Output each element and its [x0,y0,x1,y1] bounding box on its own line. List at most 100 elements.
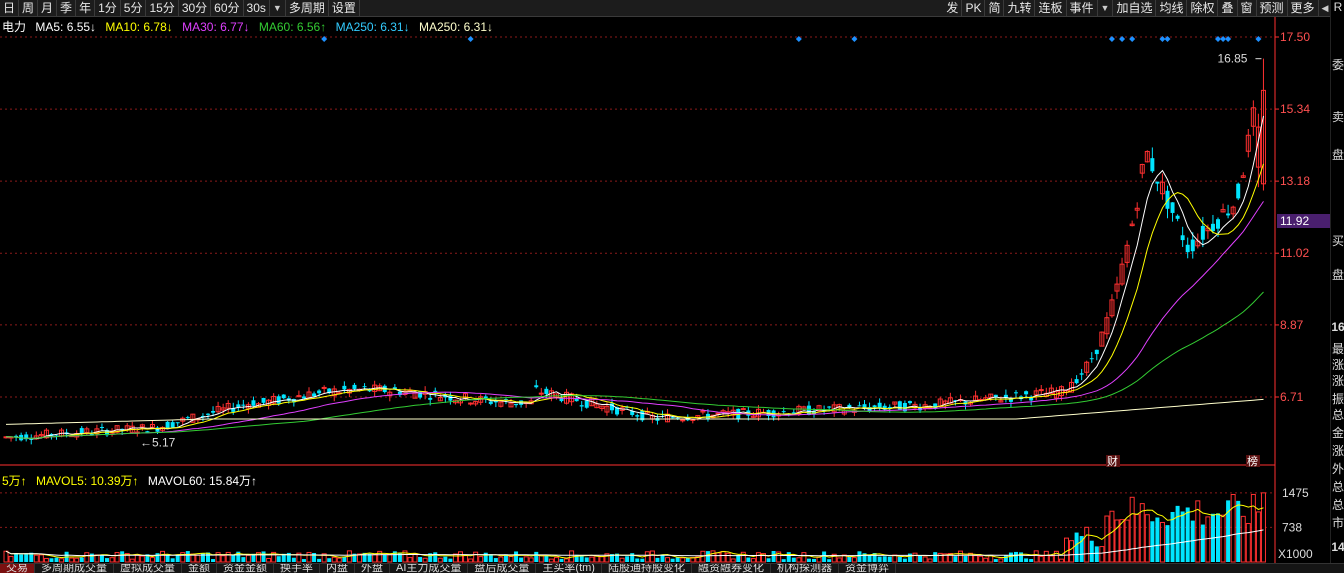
candle-body [468,402,474,405]
event-diamond-icon [1108,36,1115,42]
candle-body [1074,379,1079,384]
tool-button-7[interactable]: 均线 [1156,0,1188,16]
volume-bar [99,554,104,562]
candle-body [317,390,322,394]
volume-bar [1109,510,1115,563]
side-label-10: 总 [1331,408,1344,422]
volume-bar [170,558,175,562]
candle-body [1155,181,1160,184]
candle-body [740,408,746,411]
tool-button-8[interactable]: 除权 [1187,0,1219,16]
volume-bar [822,551,827,562]
volume-bar [69,557,75,563]
volume-bar [983,557,989,563]
volume-bar [635,558,640,562]
volume-bar [1185,507,1190,562]
volume-bar [519,557,524,562]
tool-button-12[interactable]: 更多 [1288,0,1319,16]
volume-bar [382,554,387,562]
candle-body [433,390,438,392]
candle-body [680,419,686,422]
volume-bar [508,555,514,563]
candle-body [907,401,912,404]
volume-bar [261,551,266,562]
volume-bar [771,551,776,562]
volume-bar [160,550,166,563]
candle-body [1226,213,1231,216]
candle-body [211,410,216,413]
price-tick-label: 15.34 [1280,102,1310,116]
volume-bar [720,550,726,563]
volume-bar [1069,540,1075,563]
period-tab-1[interactable]: 周 [19,0,39,16]
volume-bar [538,555,544,563]
period-tab-7[interactable]: 15分 [146,0,179,16]
candle-body [1094,349,1099,355]
period-tab-2[interactable]: 月 [38,0,58,16]
volume-bar [998,558,1004,563]
volume-bar [725,552,731,563]
period-dropdown-icon[interactable]: ▼ [270,0,286,16]
volume-bar [927,558,933,563]
candle-body [1216,219,1220,229]
volume-bar [418,557,423,562]
tool-button-11[interactable]: 预测 [1257,0,1288,16]
volume-bar [523,556,529,563]
period-tab-8[interactable]: 30分 [179,0,212,16]
period-tab-9[interactable]: 60分 [211,0,244,16]
candle-body [584,400,589,408]
volume-bar [1260,492,1266,563]
period-tab-10[interactable]: 30s [244,0,270,16]
period-tab-4[interactable]: 年 [76,0,96,16]
tool-button-4[interactable]: 连板 [1035,0,1067,16]
volume-bar [241,557,246,562]
event-dropdown-icon[interactable]: ▼ [1098,0,1114,16]
volume-bar [922,556,928,563]
volume-bar [443,556,448,562]
period-tab-5[interactable]: 1分 [95,0,121,16]
tool-button-2[interactable]: 简 [985,0,1005,16]
volume-bar [993,559,998,562]
period-tab-3[interactable]: 季 [57,0,77,16]
volume-bar [120,551,125,562]
volume-bar [342,556,347,562]
tool-button-0[interactable]: 发 [943,0,963,16]
period-tabs: 日周月季年 1分 5分 15分 30分 60分 30s ▼ 多周期 设置 [0,0,360,16]
tool-button-10[interactable]: 窗 [1238,0,1257,16]
volume-bar [1144,514,1150,563]
volume-bar [185,551,190,562]
volume-bar [973,555,979,563]
ma60-value: MA60: 6.56↑ [258,20,327,34]
volume-bar [266,557,272,563]
candle-body [362,386,367,388]
candle-body [1210,223,1215,232]
candle-body [352,384,357,389]
side-label-11: 金 [1331,426,1344,440]
high-price-label: 16.85 [1217,52,1247,66]
volume-bar [649,550,655,563]
ma30-value: MA30: 6.77↓ [182,20,250,34]
period-tab-0[interactable]: 日 [0,0,20,16]
period-tab-12[interactable]: 设置 [329,0,360,16]
tool-button-9[interactable]: 叠 [1218,0,1238,16]
volume-bar [544,555,549,562]
marker-cai: 财 [1107,454,1118,468]
candle-body [251,400,256,406]
tool-button-5[interactable]: 事件 [1067,0,1098,16]
volume-bar [715,552,721,563]
side-label-16: 市 [1331,516,1344,530]
tool-button-6[interactable]: 加自选 [1113,0,1157,16]
volume-bar [317,558,322,562]
candle-body [342,385,347,390]
volume-bar [139,555,145,563]
tool-button-1[interactable]: PK [962,0,986,16]
tool-button-3[interactable]: 九转 [1004,0,1036,16]
volume-bar [114,552,120,563]
period-tab-6[interactable]: 5分 [121,0,147,16]
volume-bar [882,556,887,562]
volume-bar [1029,559,1034,562]
volume-bar [1226,500,1231,562]
period-tab-11[interactable]: 多周期 [286,0,329,16]
volume-legend: 5万↑ MAVOL5: 10.39万↑ MAVOL60: 15.84万↑ [2,472,263,489]
volume-bar [327,558,332,562]
